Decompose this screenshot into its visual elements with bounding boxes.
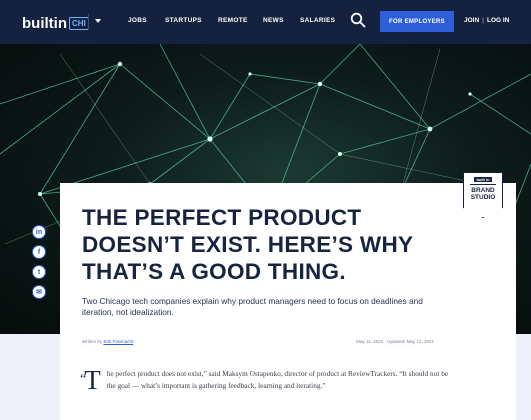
byline: Written by Erik Fassnacht bbox=[82, 339, 133, 344]
logo-text: builtin bbox=[22, 15, 67, 32]
article-dek: Two Chicago tech companies explain why p… bbox=[82, 296, 423, 317]
auth-links: JOIN | LOG IN bbox=[464, 17, 509, 24]
auth-separator: | bbox=[482, 17, 484, 24]
badge-divider bbox=[470, 184, 496, 185]
nav-divider bbox=[88, 14, 89, 30]
nav-link-startups[interactable]: STARTUPS bbox=[165, 17, 202, 24]
for-employers-button[interactable]: FOR EMPLOYERS bbox=[380, 11, 454, 32]
search-icon[interactable] bbox=[350, 12, 366, 28]
badge-logo: built in bbox=[474, 177, 492, 182]
author-link[interactable]: Erik Fassnacht bbox=[103, 339, 133, 344]
article-lede: “T he perfect product does not exist,” sa… bbox=[80, 367, 450, 394]
byline-row: Written by Erik Fassnacht May 11, 2021 ·… bbox=[82, 339, 434, 351]
article-card: The Perfect Product Doesn’t Exist. Here’… bbox=[60, 183, 516, 420]
twitter-share-icon[interactable]: t bbox=[32, 265, 46, 279]
login-link[interactable]: LOG IN bbox=[487, 17, 509, 24]
article-dates: May 11, 2021 · Updated: May 12, 2021 bbox=[356, 339, 434, 344]
dropcap: “T bbox=[80, 367, 101, 394]
badge-studio-text: STUDIO bbox=[470, 194, 496, 201]
logo-city-tag: CHI bbox=[69, 17, 89, 30]
nav-link-remote[interactable]: REMOTE bbox=[218, 17, 248, 24]
article-headline: The Perfect Product Doesn’t Exist. Here’… bbox=[82, 205, 413, 284]
lede-text: he perfect product does not exist,” said… bbox=[106, 369, 449, 390]
nav-link-salaries[interactable]: SALARIES bbox=[300, 17, 335, 24]
builtin-logo[interactable]: builtin CHI bbox=[22, 15, 89, 32]
top-navigation: builtin CHI JOBS STARTUPS REMOTE NEWS SA… bbox=[0, 0, 531, 44]
facebook-share-icon[interactable]: f bbox=[32, 245, 46, 259]
badge-brand-text: BRAND bbox=[471, 187, 495, 194]
join-link[interactable]: JOIN bbox=[464, 17, 479, 24]
written-by-label: Written by bbox=[82, 339, 103, 344]
nav-link-news[interactable]: NEWS bbox=[263, 17, 284, 24]
dropcap-letter: T bbox=[84, 365, 101, 395]
nav-link-jobs[interactable]: JOBS bbox=[128, 17, 147, 24]
email-share-icon[interactable]: ✉ bbox=[32, 285, 46, 299]
city-dropdown-chevron-icon[interactable] bbox=[95, 19, 101, 23]
linkedin-share-icon[interactable]: in bbox=[32, 225, 46, 239]
